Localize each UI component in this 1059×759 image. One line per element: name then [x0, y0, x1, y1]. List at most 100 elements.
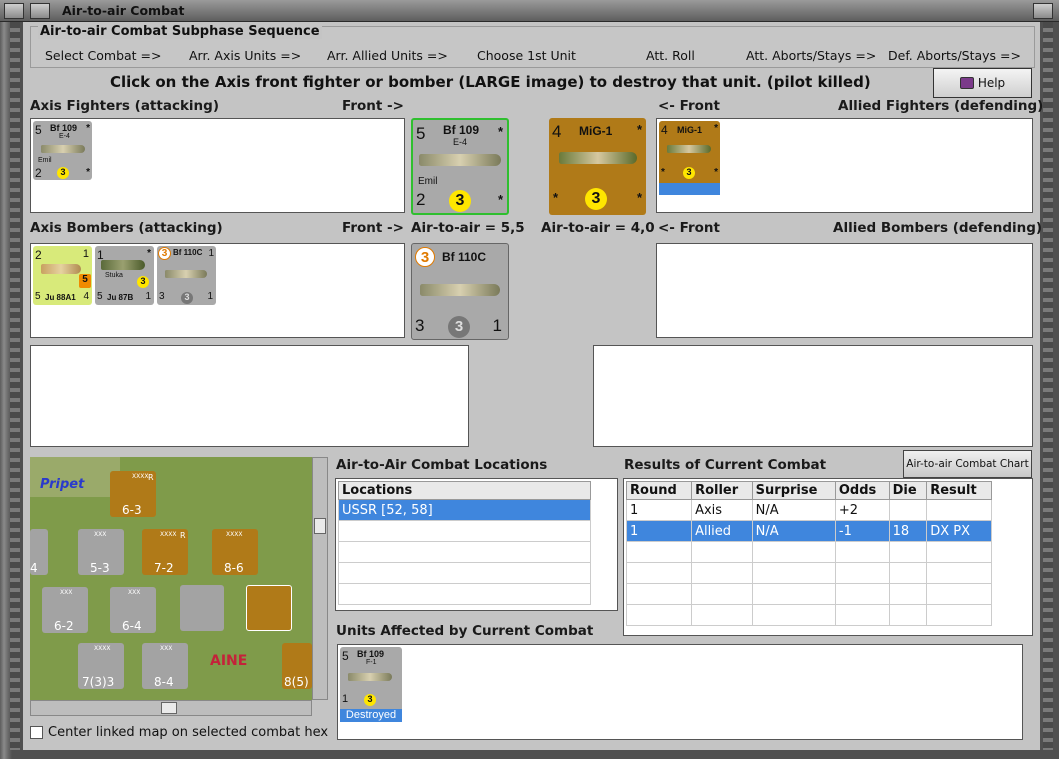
cell: 18 [888, 520, 928, 542]
help-button[interactable]: Help [933, 68, 1032, 98]
counter-range: 3 [585, 188, 607, 210]
plane-icon [420, 284, 500, 296]
counter-attack: 5 [416, 124, 426, 143]
counter-star-3: * [636, 190, 642, 205]
map-vertical-scrollbar[interactable] [312, 457, 328, 700]
unit-size: XXXX [94, 645, 111, 652]
location-row[interactable]: USSR [52, 58] [338, 499, 591, 521]
map-region-label: AINE [210, 653, 248, 669]
map-unit[interactable]: XXXX R 7-2 [142, 529, 188, 575]
cell: 1 [625, 499, 693, 521]
bomber-counter-ju88[interactable]: 2 1 5 5 Ju 88A1 4 [33, 246, 92, 305]
unit-value: 8(5) [284, 675, 309, 689]
result-row[interactable]: 1 Allied N/A -1 18 DX PX [625, 520, 992, 542]
counter-attack: 4 [552, 122, 562, 141]
counter-bl: 5 [97, 291, 103, 302]
location-row-empty [338, 562, 591, 584]
counter-name: Ju 88A1 [45, 293, 76, 302]
unit-badge: R [148, 473, 154, 482]
results-title: Results of Current Combat [624, 457, 827, 473]
counter-br: 1 [145, 291, 151, 302]
unit-value: 6-2 [54, 619, 74, 633]
counter-br: 1 [207, 291, 213, 302]
allied-bombers-label: Allied Bombers (defending) [833, 220, 1043, 236]
map-unit[interactable]: XXXX R 6-3 [110, 471, 156, 517]
counter-tr: 1 [82, 248, 89, 260]
scroll-thumb[interactable] [161, 702, 177, 714]
axis-front-bomber-large[interactable]: 3 Bf 110C 3 3 1 [411, 243, 509, 340]
title-bar[interactable]: Air-to-air Combat [0, 0, 1059, 22]
system-menu-button[interactable] [4, 3, 24, 19]
counter-star-2: * [497, 192, 503, 207]
counter-nick: Stuka [105, 272, 123, 279]
locations-table: Locations USSR [52, 58] [335, 478, 618, 611]
center-map-checkbox[interactable] [30, 726, 43, 739]
scroll-thumb[interactable] [314, 518, 326, 534]
axis-air-to-air-label: Air-to-air = 5,5 [411, 220, 525, 236]
col-roller: Roller [691, 481, 753, 500]
location-row-empty [338, 541, 591, 563]
axis-front-fighter-large[interactable]: 5 Bf 109 E-4 * Emil 2 3 * [411, 118, 509, 215]
help-label: Help [977, 76, 1006, 90]
destroyed-unit-counter[interactable]: 5 Bf 109 F-1 1 3 Destroyed [340, 647, 402, 722]
result-row[interactable]: 1 Axis N/A +2 [625, 499, 992, 521]
unit-size: XXX [94, 531, 107, 538]
unit-value: 4 [30, 561, 38, 575]
map-unit[interactable]: 4 [30, 529, 48, 575]
allied-fighter-counter[interactable]: 4 MiG-1 * * 3 * [659, 121, 720, 195]
map-unit[interactable]: 8(5) [282, 643, 312, 689]
col-round: Round [625, 481, 693, 500]
window-title: Air-to-air Combat [62, 3, 185, 18]
plane-icon [419, 154, 501, 166]
map-air-unit[interactable] [180, 585, 224, 631]
counter-attack: 5 [35, 123, 42, 137]
unit-value: 7(3)3 [82, 675, 115, 689]
cell: Axis [691, 499, 753, 521]
counter-tl: 3 [415, 247, 435, 267]
map-unit[interactable]: XXX 5-3 [78, 529, 124, 575]
sequence-title: Air-to-air Combat Subphase Sequence [38, 24, 322, 39]
counter-star: * [147, 248, 151, 259]
selection-bar [659, 183, 720, 195]
cell: DX PX [926, 520, 992, 542]
counter-attack: 5 [342, 649, 349, 663]
bomber-counter-ju87[interactable]: 1 * Stuka 3 5 Ju 87B 1 [95, 246, 154, 305]
map-horizontal-scrollbar[interactable] [30, 700, 312, 716]
counter-star-2: * [86, 167, 90, 178]
seq-step-att-aborts: Att. Aborts/Stays => [746, 48, 877, 63]
seq-step-arr-axis: Arr. Axis Units => [189, 48, 302, 63]
counter-nick: Emil [38, 157, 52, 164]
allied-front-fighter-large[interactable]: 4 MiG-1 * * 3 * [549, 118, 646, 215]
axis-fighter-counter[interactable]: 5 Bf 109 E-4 * Emil 2 3 * [33, 121, 92, 180]
cell: 1 [625, 520, 693, 542]
counter-name: Bf 109 [443, 123, 480, 137]
location-row-empty [338, 583, 591, 605]
plane-icon [101, 260, 145, 270]
seq-step-select-combat: Select Combat => [45, 48, 162, 63]
plane-icon [559, 152, 637, 164]
cell: N/A [751, 499, 836, 521]
minimize-button[interactable] [30, 3, 50, 19]
seq-step-arr-allied: Arr. Allied Units => [327, 48, 448, 63]
air-to-air-chart-button[interactable]: Air-to-air Combat Chart [903, 450, 1032, 478]
map-unit[interactable]: XXX 6-2 [42, 587, 88, 633]
axis-bombers-label: Axis Bombers (attacking) [30, 220, 223, 236]
counter-tl: 3 [158, 247, 171, 260]
counter-defense: 2 [35, 166, 42, 180]
map-air-unit-allied[interactable] [246, 585, 292, 631]
bomber-counter-bf110-small[interactable]: 3 Bf 110C 1 3 3 1 [157, 246, 216, 305]
allied-air-to-air-label: Air-to-air = 4,0 [541, 220, 655, 236]
counter-star-2: * [553, 190, 559, 205]
counter-bl: 3 [415, 316, 425, 335]
map-unit[interactable]: XXXX 7(3)3 [78, 643, 124, 689]
map-unit[interactable]: XXX 6-4 [110, 587, 156, 633]
map-view[interactable]: Pripet AINE XXXX R 6-3 4 XXX 5-3 XXXX R … [30, 457, 312, 700]
counter-range: 3 [137, 276, 149, 288]
front-left-label-2: <- Front [658, 220, 720, 236]
counter-name: Bf 110C [442, 250, 487, 264]
counter-name: MiG-1 [579, 124, 613, 138]
close-button[interactable] [1033, 3, 1053, 19]
map-unit[interactable]: XXX 8-4 [142, 643, 188, 689]
cell: Allied [691, 520, 753, 542]
map-unit[interactable]: XXXX 8-6 [212, 529, 258, 575]
